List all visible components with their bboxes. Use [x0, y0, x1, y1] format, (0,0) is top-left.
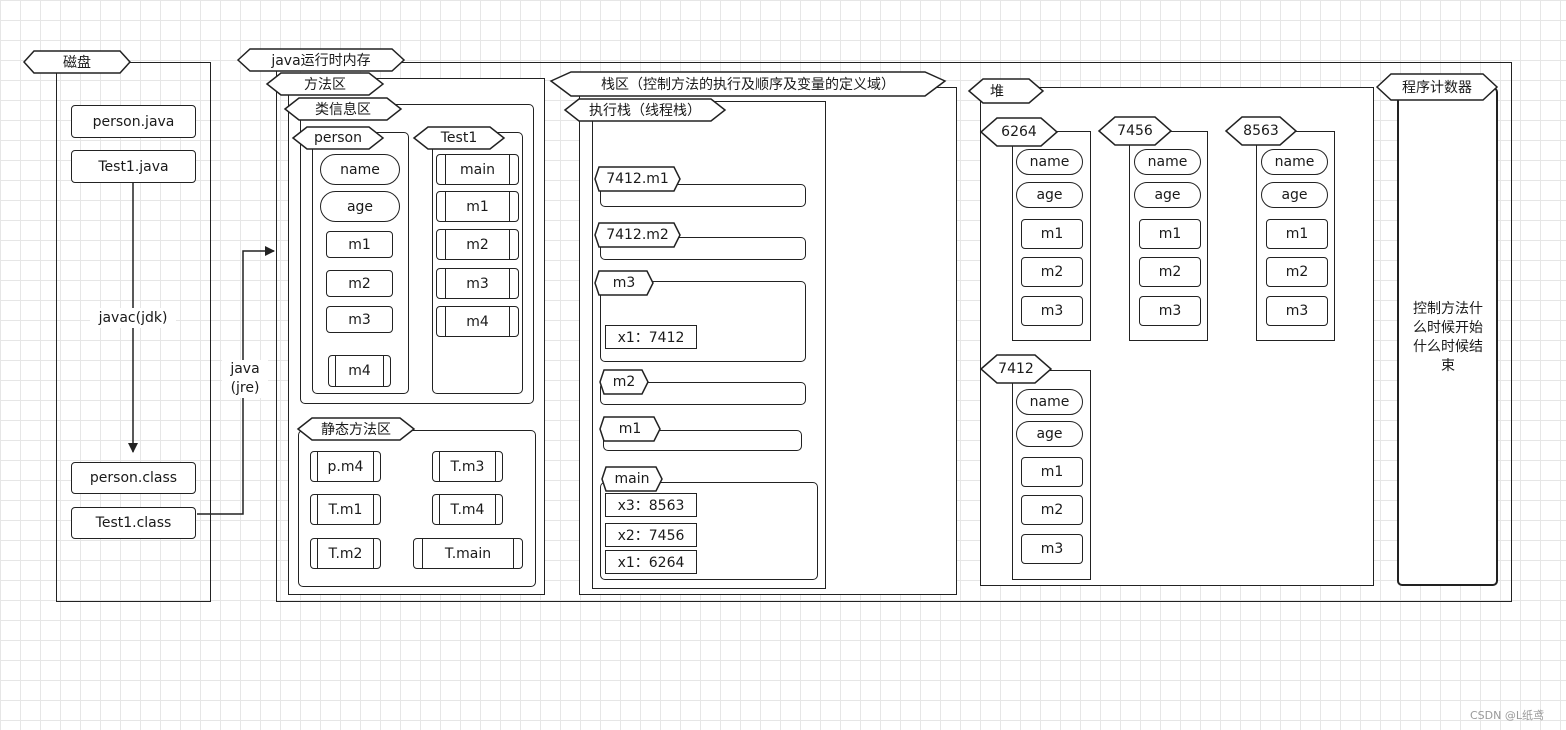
frame-m1-tag: m1 — [599, 416, 661, 442]
heap-object-6264-addr: 6264 — [1001, 124, 1037, 140]
obj6264-method-m2[interactable]: m2 — [1021, 257, 1083, 287]
class-person-title: person — [314, 130, 362, 146]
program-counter-tag: 程序计数器 — [1375, 73, 1499, 101]
heap-object-7412-addr: 7412 — [998, 361, 1034, 377]
heap-object-6264-tag: 6264 — [979, 117, 1059, 147]
exec-stack-tag: 执行栈（线程栈） — [563, 98, 727, 122]
class-test1-title: Test1 — [440, 130, 478, 146]
main-var-x2[interactable]: x2：7456 — [605, 523, 697, 547]
obj6264-method-m3[interactable]: m3 — [1021, 296, 1083, 326]
frame-7412-m2-tag: 7412.m2 — [594, 222, 681, 248]
obj7412-method-m1[interactable]: m1 — [1021, 457, 1083, 487]
method-area-tag: 方法区 — [265, 72, 385, 96]
obj7456-field-age[interactable]: age — [1134, 182, 1201, 208]
person-method-m1[interactable]: m1 — [326, 231, 393, 258]
program-counter-title: 程序计数器 — [1402, 80, 1472, 96]
watermark: CSDN @L纸鸢 — [1470, 709, 1544, 722]
stack-area-tag: 栈区（控制方法的执行及顺序及变量的定义域） — [549, 71, 947, 97]
test1-method-m2[interactable]: m2 — [436, 229, 519, 260]
test1-method-main[interactable]: main — [436, 154, 519, 185]
obj8563-field-name[interactable]: name — [1261, 149, 1328, 175]
main-var-x3[interactable]: x3：8563 — [605, 493, 697, 517]
frame-m1-label: m1 — [618, 421, 642, 437]
static-method-title: 静态方法区 — [321, 422, 391, 438]
obj8563-method-m2[interactable]: m2 — [1266, 257, 1328, 287]
obj7412-method-m3[interactable]: m3 — [1021, 534, 1083, 564]
heap-object-8563-addr: 8563 — [1243, 123, 1279, 139]
static-p-m4[interactable]: p.m4 — [310, 451, 381, 482]
method-area-title: 方法区 — [304, 77, 346, 93]
obj7412-field-name[interactable]: name — [1016, 389, 1083, 415]
static-t-m3[interactable]: T.m3 — [432, 451, 503, 482]
class-info-tag: 类信息区 — [283, 97, 403, 121]
class-info-title: 类信息区 — [315, 102, 371, 118]
obj7456-method-m2[interactable]: m2 — [1139, 257, 1201, 287]
test1-method-m3[interactable]: m3 — [436, 268, 519, 299]
test1-method-m4[interactable]: m4 — [436, 306, 519, 337]
run-label-line2: (jre) — [230, 380, 260, 396]
frame-m3-label: m3 — [612, 275, 636, 291]
class-test1-tag: Test1 — [412, 126, 506, 150]
heap-object-8563-tag: 8563 — [1224, 116, 1298, 146]
memory-title: java运行时内存 — [271, 53, 371, 69]
main-var-x1[interactable]: x1：6264 — [605, 550, 697, 574]
exec-stack-title: 执行栈（线程栈） — [589, 103, 701, 119]
class-person-tag: person — [291, 126, 385, 150]
run-label-line1: java — [230, 361, 260, 377]
compile-label: javac(jdk) — [90, 308, 176, 328]
obj7412-field-age[interactable]: age — [1016, 421, 1083, 447]
frame-7412-m1-tag: 7412.m1 — [594, 166, 681, 192]
frame-7412-m1-label: 7412.m1 — [606, 171, 669, 187]
pc-desc-line-3: 什么时候结 — [1413, 339, 1483, 355]
frame-m3-tag: m3 — [594, 270, 654, 296]
frame-main-tag: main — [601, 466, 663, 492]
file-person-class[interactable]: person.class — [71, 462, 196, 494]
heap-tag: 堆 — [967, 78, 1045, 104]
person-field-name[interactable]: name — [320, 154, 400, 185]
person-static-m4[interactable]: m4 — [328, 355, 391, 387]
disk-title: 磁盘 — [63, 55, 91, 71]
static-t-main[interactable]: T.main — [413, 538, 523, 569]
obj7456-method-m3[interactable]: m3 — [1139, 296, 1201, 326]
disk-title-tag: 磁盘 — [22, 50, 132, 74]
obj7456-field-name[interactable]: name — [1134, 149, 1201, 175]
obj8563-field-age[interactable]: age — [1261, 182, 1328, 208]
obj8563-method-m1[interactable]: m1 — [1266, 219, 1328, 249]
stack-area-title: 栈区（控制方法的执行及顺序及变量的定义域） — [601, 77, 895, 93]
obj8563-method-m3[interactable]: m3 — [1266, 296, 1328, 326]
static-t-m4[interactable]: T.m4 — [432, 494, 503, 525]
obj7412-method-m2[interactable]: m2 — [1021, 495, 1083, 525]
person-method-m2[interactable]: m2 — [326, 270, 393, 297]
test1-method-m1[interactable]: m1 — [436, 191, 519, 222]
pc-desc-line-1: 控制方法什 — [1413, 301, 1483, 317]
obj7456-method-m1[interactable]: m1 — [1139, 219, 1201, 249]
heap-object-7412-tag: 7412 — [979, 354, 1053, 384]
pc-desc-line-4: 束 — [1441, 358, 1455, 374]
heap-object-7456-addr: 7456 — [1117, 123, 1153, 139]
heap-title: 堆 — [990, 84, 1004, 100]
pc-desc-line-2: 么时候开始 — [1413, 320, 1483, 336]
obj6264-field-age[interactable]: age — [1016, 182, 1083, 208]
static-t-m1[interactable]: T.m1 — [310, 494, 381, 525]
obj6264-method-m1[interactable]: m1 — [1021, 219, 1083, 249]
obj6264-field-name[interactable]: name — [1016, 149, 1083, 175]
memory-title-tag: java运行时内存 — [236, 48, 406, 72]
frame-m3-var-x1[interactable]: x1：7412 — [605, 325, 697, 349]
program-counter-desc: 控制方法什 么时候开始 什么时候结 束 — [1405, 300, 1491, 376]
run-label: java (jre) — [222, 360, 268, 398]
frame-m2-tag: m2 — [599, 369, 649, 395]
person-method-m3[interactable]: m3 — [326, 306, 393, 333]
frame-m2-label: m2 — [612, 374, 636, 390]
frame-7412-m2-label: 7412.m2 — [606, 227, 669, 243]
heap-object-7456-tag: 7456 — [1097, 116, 1173, 146]
file-test1-java[interactable]: Test1.java — [71, 150, 196, 183]
static-method-tag: 静态方法区 — [296, 417, 416, 441]
file-person-java[interactable]: person.java — [71, 105, 196, 138]
file-test1-class[interactable]: Test1.class — [71, 507, 196, 539]
frame-main-label: main — [614, 471, 650, 487]
static-t-m2[interactable]: T.m2 — [310, 538, 381, 569]
person-field-age[interactable]: age — [320, 191, 400, 222]
